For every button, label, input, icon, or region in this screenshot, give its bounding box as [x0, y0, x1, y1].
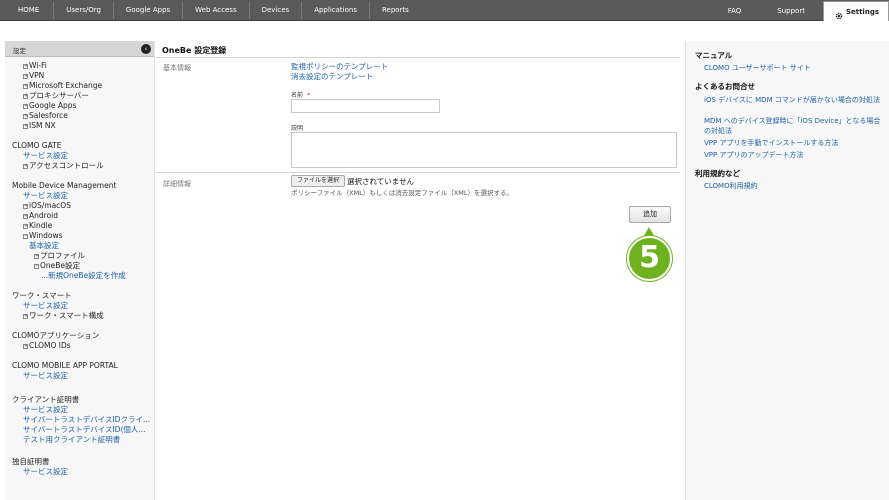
name-label: 名前 * [291, 92, 311, 99]
expand-icon: + [23, 73, 29, 79]
faq-link-vpp-update[interactable]: VPP アプリのアップデート方法 [704, 150, 886, 160]
page-title: OneBe 設定登録 [162, 46, 227, 55]
expand-icon: + [23, 213, 29, 219]
section-work-smart: ワーク・スマート [12, 291, 72, 300]
manual-heading: マニュアル [695, 51, 733, 60]
section-own-cert: 独自証明書 [12, 457, 50, 466]
sidebar-item-test-cert[interactable]: テスト用クライアント証明書 [12, 435, 154, 445]
top-right-links: FAQ Support Settings [710, 0, 889, 21]
faq-link-ios-device[interactable]: MDM へのデバイス登録時に「iOS Device」となる場合の対処法 [704, 116, 886, 136]
tab-google-apps[interactable]: Google Apps [114, 2, 184, 19]
tab-devices[interactable]: Devices [250, 2, 303, 19]
section-client-cert: クライアント証明書 [12, 395, 80, 404]
sidebar-item-vpn[interactable]: +VPN [12, 71, 154, 81]
main-tabs: HOME Users/Org Google Apps Web Access De… [4, 2, 421, 19]
expand-icon: + [34, 253, 40, 259]
step-number-badge: 5 [627, 236, 672, 281]
faq-link-vpp-install[interactable]: VPP アプリを手動でインストールする方法 [704, 138, 886, 148]
sidebar-item-mdm-service[interactable]: サービス設定 [12, 191, 154, 201]
sidebar-header: 設定 ‹ [5, 41, 154, 57]
sidebar-item-clomo-ids[interactable]: +CLOMO IDs [12, 341, 154, 351]
sidebar-item-access-control[interactable]: +アクセスコントロール [12, 161, 154, 171]
section-mdm: Mobile Device Management [12, 181, 117, 190]
sidebar-item-cybertrust-personal[interactable]: サイバートラストデバイスID(個人... [12, 425, 154, 435]
tab-applications[interactable]: Applications [302, 2, 370, 19]
sidebar-item-windows[interactable]: −Windows [12, 231, 154, 241]
basic-info-label: 基本情報 [163, 64, 191, 72]
collapse-icon: − [34, 263, 40, 269]
gear-icon [835, 8, 843, 19]
file-hint-text: ポリシーファイル（XML）もしくは消去設定ファイル（XML）を選択する。 [291, 189, 513, 197]
expand-icon: + [23, 203, 29, 209]
terms-heading: 利用規約など [695, 169, 740, 178]
main-content: OneBe 設定登録 基本情報 監視ポリシーのテンプレート 消去設定のテンプレー… [156, 41, 684, 500]
faq-link[interactable]: FAQ [710, 7, 760, 15]
expand-icon: + [23, 163, 29, 169]
tab-settings[interactable]: Settings [822, 1, 889, 21]
sidebar-item-proxy[interactable]: +プロキシサーバー [12, 91, 154, 101]
faq-heading: よくあるお問合せ [695, 82, 755, 91]
sidebar-item-work-config[interactable]: +ワーク・スマート構成 [12, 311, 154, 321]
sidebar-item-kindle[interactable]: +Kindle [12, 221, 154, 231]
sidebar-item-wifi[interactable]: +Wi-Fi [12, 61, 154, 71]
sidebar-item-gate-service[interactable]: サービス設定 [12, 151, 154, 161]
detail-info-label: 詳細情報 [163, 180, 191, 188]
sidebar-item-cybertrust-client[interactable]: サイバートラストデバイスIDクライ... [12, 415, 154, 425]
settings-sidebar: 設定 ‹ +Wi-Fi +VPN +Microsoft Exchange +プロ… [5, 41, 155, 500]
sidebar-item-new-onebe[interactable]: ...新規OneBe設定を作成 [12, 271, 154, 281]
tab-web-access[interactable]: Web Access [183, 2, 250, 19]
divider [156, 172, 680, 173]
help-panel: マニュアル CLOMO ユーザーサポート サイト よくあるお問合せ iOS デバ… [685, 41, 889, 500]
expand-icon: + [23, 83, 29, 89]
sidebar-item-exchange[interactable]: +Microsoft Exchange [12, 81, 154, 91]
required-mark: * [307, 92, 311, 99]
description-textarea[interactable] [291, 132, 677, 168]
tab-reports[interactable]: Reports [370, 2, 421, 19]
sidebar-item-work-service[interactable]: サービス設定 [12, 301, 154, 311]
settings-label: Settings [845, 7, 879, 16]
sidebar-item-windows-onebe[interactable]: −OneBe設定 [12, 261, 154, 271]
add-button[interactable]: 追加 [629, 206, 671, 223]
support-link[interactable]: Support [759, 7, 823, 15]
sidebar-item-own-service[interactable]: サービス設定 [12, 467, 154, 477]
sidebar-item-windows-basic[interactable]: 基本設定 [12, 241, 154, 251]
user-support-site-link[interactable]: CLOMO ユーザーサポート サイト [704, 63, 886, 73]
description-label: 説明 [291, 125, 304, 132]
sidebar-item-google-apps[interactable]: +Google Apps [12, 101, 154, 111]
expand-icon: + [23, 313, 29, 319]
erase-settings-template-link[interactable]: 消去設定のテンプレート [291, 71, 373, 82]
expand-icon: + [23, 223, 29, 229]
expand-icon: + [23, 63, 29, 69]
terms-of-use-link[interactable]: CLOMO利用規約 [704, 181, 886, 191]
expand-icon: + [23, 103, 29, 109]
collapse-sidebar-button[interactable]: ‹ [141, 44, 151, 54]
section-app-portal: CLOMO MOBILE APP PORTAL [12, 361, 118, 370]
section-clomo-gate: CLOMO GATE [12, 141, 62, 150]
sidebar-item-salesforce[interactable]: +Salesforce [12, 111, 154, 121]
sidebar-item-ism-nx[interactable]: +ISM NX [12, 121, 154, 131]
sidebar-item-windows-profile[interactable]: +プロファイル [12, 251, 154, 261]
tab-home[interactable]: HOME [4, 2, 55, 19]
sidebar-item-ios-macos[interactable]: +iOS/macOS [12, 201, 154, 211]
sidebar-item-portal-service[interactable]: サービス設定 [12, 371, 154, 381]
top-navigation-bar: HOME Users/Org Google Apps Web Access De… [0, 0, 889, 21]
expand-icon: + [23, 343, 29, 349]
sidebar-title: 設定 [13, 47, 26, 55]
file-status-text: 選択されていません [347, 177, 415, 186]
sidebar-item-android[interactable]: +Android [12, 211, 154, 221]
sidebar-item-cert-service[interactable]: サービス設定 [12, 405, 154, 415]
tab-users-org[interactable]: Users/Org [54, 2, 114, 19]
expand-icon: + [23, 93, 29, 99]
collapse-icon: − [23, 233, 29, 239]
faq-link-mdm-command[interactable]: iOS デバイスに MDM コマンドが届かない場合の対処法 [704, 95, 886, 105]
sidebar-tree: +Wi-Fi +VPN +Microsoft Exchange +プロキシサーバ… [5, 57, 154, 477]
choose-file-button[interactable]: ファイルを選択 [291, 175, 346, 187]
expand-icon: + [23, 113, 29, 119]
divider [156, 57, 680, 58]
expand-icon: + [23, 123, 29, 129]
section-clomo-apps: CLOMOアプリケーション [12, 331, 100, 340]
name-input[interactable] [291, 99, 440, 113]
